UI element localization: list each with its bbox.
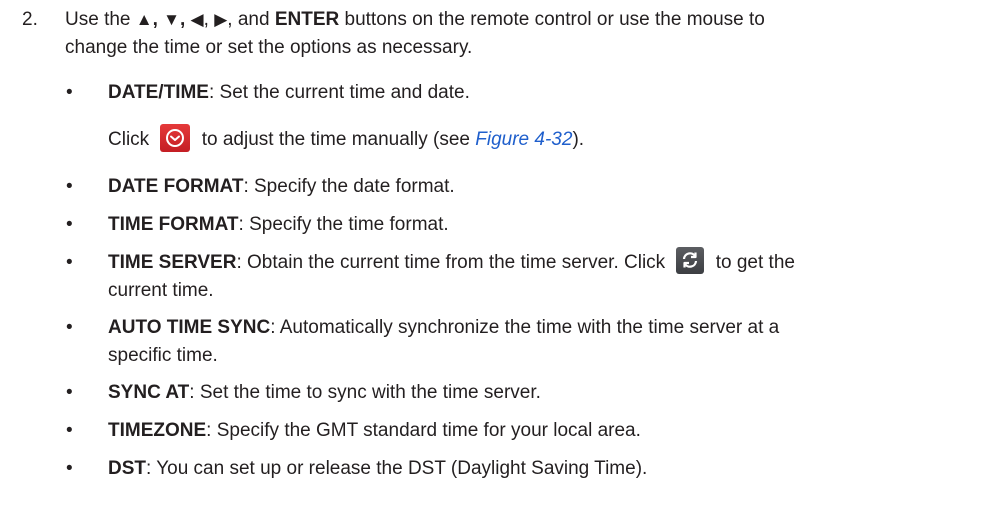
- desc-time-server-after: to get the: [710, 252, 795, 273]
- note-pre: Click: [108, 129, 155, 151]
- desc-time-server: : Obtain the current time from the time …: [236, 252, 671, 273]
- date-time-note: Click to adjust the time manually (see F…: [108, 124, 585, 154]
- option-list: • DATE/TIME: Set the current time and da…: [0, 0, 986, 507]
- desc-date-time: : Set the current time and date.: [208, 82, 470, 103]
- desc-dst: : You can set up or release the DST (Day…: [146, 458, 648, 479]
- term-timezone: TIMEZONE: [108, 420, 207, 441]
- desc-auto-time-sync-line2: specific time.: [108, 345, 218, 366]
- term-dst: DST: [108, 458, 146, 479]
- desc-time-server-line2: current time.: [108, 280, 214, 301]
- list-item-date-time: • DATE/TIME: Set the current time and da…: [66, 79, 968, 107]
- sync-icon[interactable]: [676, 247, 705, 275]
- list-item-auto-time-sync: • AUTO TIME SYNC: Automatically synchron…: [66, 314, 968, 370]
- bullet: •: [66, 176, 73, 197]
- term-date-time: DATE/TIME: [108, 82, 209, 103]
- list-item-dst: • DST: You can set up or release the DST…: [66, 455, 968, 483]
- term-time-format: TIME FORMAT: [108, 214, 239, 235]
- figure-link[interactable]: Figure 4-32: [475, 129, 572, 150]
- desc-timezone: : Specify the GMT standard time for your…: [206, 420, 641, 441]
- term-date-format: DATE FORMAT: [108, 176, 244, 197]
- desc-date-format: : Specify the date format.: [243, 176, 455, 197]
- desc-auto-time-sync: : Automatically synchronize the time wit…: [270, 317, 780, 338]
- bullet: •: [66, 382, 73, 403]
- list-item-sync-at: • SYNC AT: Set the time to sync with the…: [66, 379, 968, 407]
- note-end: ).: [572, 129, 585, 151]
- term-sync-at: SYNC AT: [108, 382, 190, 403]
- bullet: •: [66, 317, 73, 338]
- term-auto-time-sync: AUTO TIME SYNC: [108, 317, 271, 338]
- list-item-timezone: • TIMEZONE: Specify the GMT standard tim…: [66, 417, 968, 445]
- list-item-time-server: • TIME SERVER: Obtain the current time f…: [66, 247, 968, 305]
- bullet: •: [66, 82, 73, 103]
- bullet: •: [66, 420, 73, 441]
- list-item-date-format: • DATE FORMAT: Specify the date format.: [66, 173, 968, 201]
- bullet: •: [66, 252, 73, 273]
- desc-sync-at: : Set the time to sync with the time ser…: [189, 382, 541, 403]
- bullet: •: [66, 214, 73, 235]
- desc-time-format: : Specify the time format.: [238, 214, 449, 235]
- note-post: to adjust the time manually (see: [196, 129, 476, 151]
- bullet: •: [66, 458, 73, 479]
- list-item-time-format: • TIME FORMAT: Specify the time format.: [66, 211, 968, 239]
- term-time-server: TIME SERVER: [108, 252, 237, 273]
- clock-icon[interactable]: [160, 124, 191, 152]
